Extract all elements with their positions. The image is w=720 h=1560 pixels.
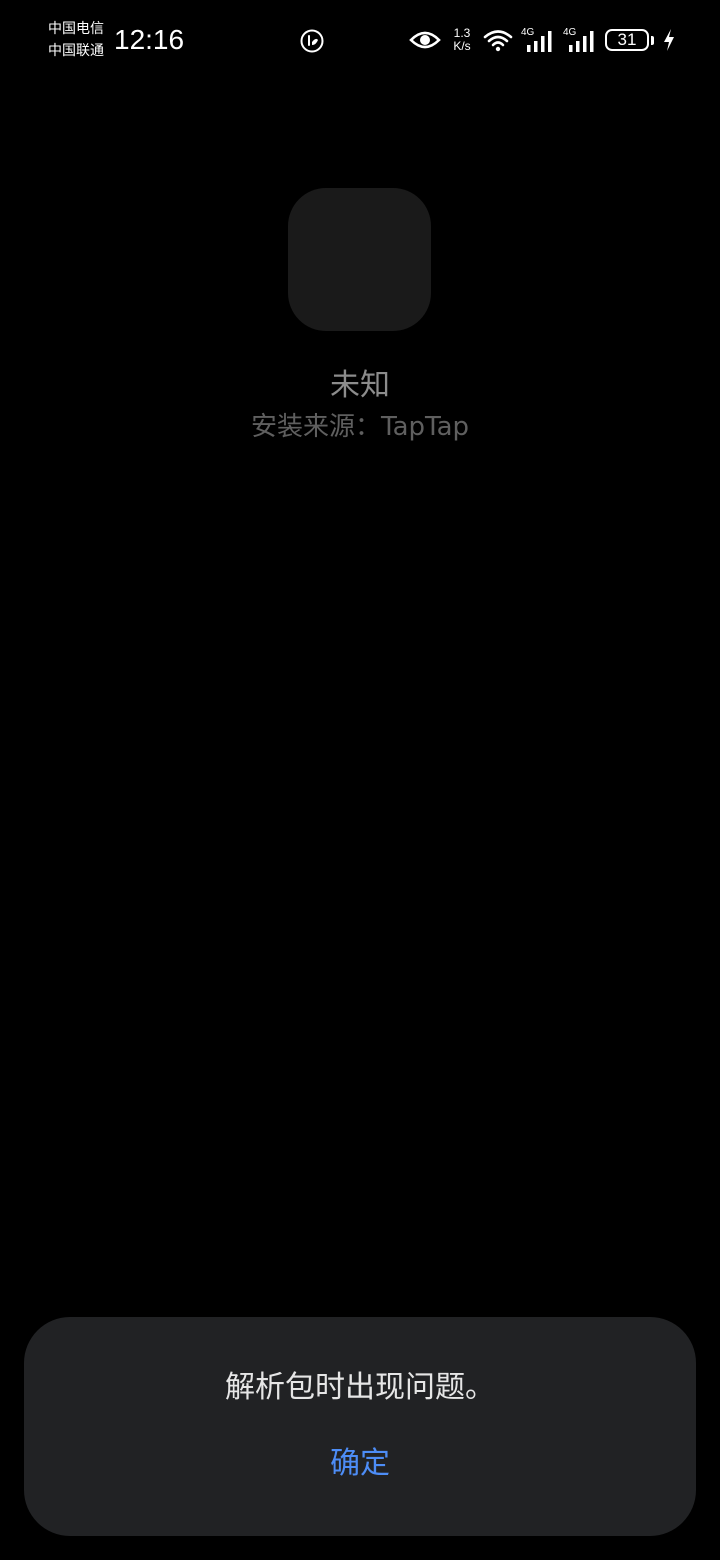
battery-level: 31 [617,30,637,49]
battery-cap [651,35,654,45]
cell-signal-2: 4G [563,27,597,53]
status-icons: 1.3 K/s 4G 4G 31 [409,22,676,58]
network-speed-unit: K/s [453,39,471,53]
cell-signal-icon [527,31,552,52]
charging-bolt-icon [664,29,674,51]
dialog-message: 解析包时出现问题。 [225,1370,495,1405]
status-bar: 中国电信 中国联通 12:16 1.3 K/s 4G 4G 31 [0,0,720,80]
carrier-1: 中国电信 [48,21,104,37]
carrier-2: 中国联通 [48,43,104,59]
eye-icon [409,31,441,49]
app-name: 未知 [330,368,390,403]
network-speed: 1.3 K/s [449,27,475,53]
install-source: 安装来源：TapTap [250,412,470,442]
cell-signal-icon [569,31,594,52]
notification-badge-icon [300,29,324,53]
error-dialog: 解析包时出现问题。 确定 [24,1317,696,1536]
cell-signal-1: 4G [521,27,555,53]
confirm-button[interactable]: 确定 [300,1439,420,1489]
wifi-icon [483,30,513,52]
battery-icon: 31 [605,29,649,51]
carrier-names: 中国电信 中国联通 [48,18,104,62]
app-icon-placeholder [288,188,431,331]
clock: 12:16 [114,24,185,55]
